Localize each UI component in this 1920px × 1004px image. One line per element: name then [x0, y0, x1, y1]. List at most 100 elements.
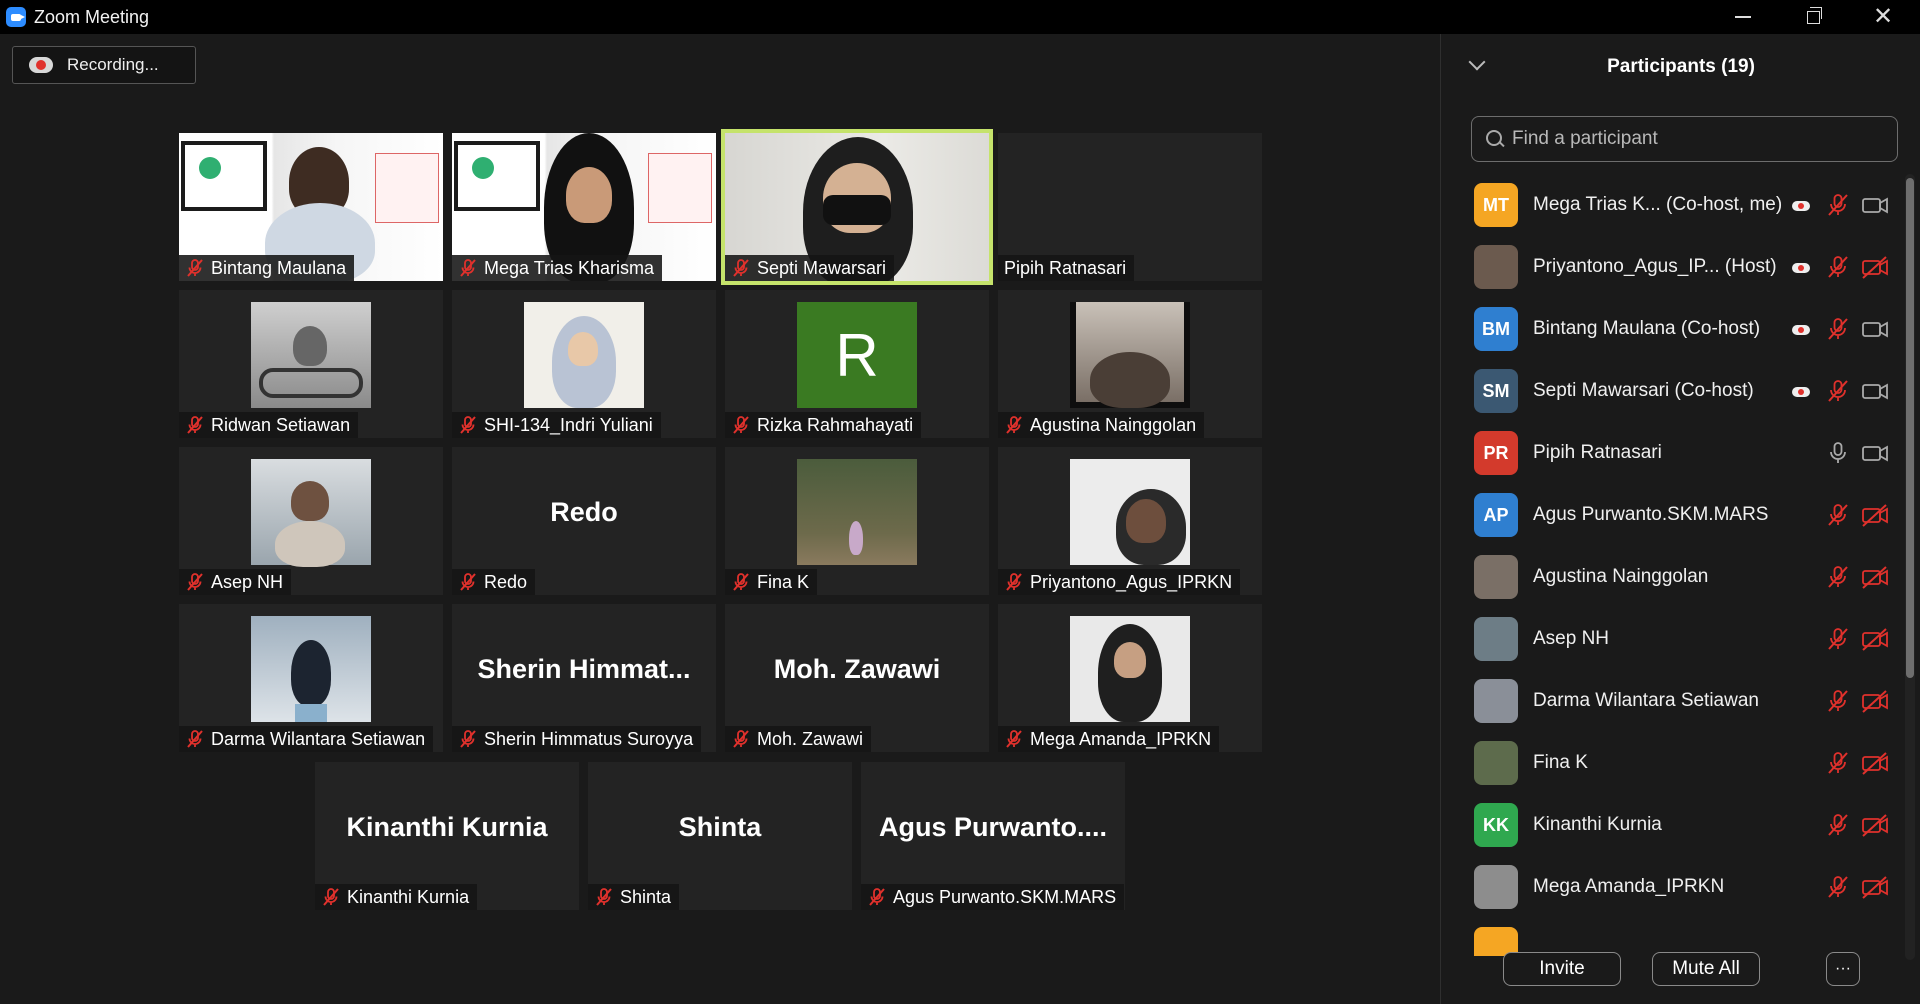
tile-name: Kinanthi Kurnia [347, 886, 470, 907]
camera-icon[interactable] [1861, 192, 1889, 218]
recording-indicator[interactable]: Recording... [12, 46, 196, 84]
video-tile[interactable]: Agustina Nainggolan [998, 290, 1262, 438]
video-tile[interactable]: Fina K [725, 447, 989, 595]
mic-icon[interactable] [1825, 440, 1851, 466]
participant-row[interactable]: Fina K [1441, 732, 1901, 794]
participant-row[interactable]: BM Bintang Maulana (Co-host) [1441, 298, 1901, 360]
muted-mic-icon[interactable] [1825, 192, 1851, 218]
muted-mic-icon[interactable] [1825, 626, 1851, 652]
participant-name: Kinanthi Kurnia [1533, 814, 1662, 835]
tile-display-name: Shinta [678, 812, 762, 842]
camera-off-icon[interactable] [1861, 564, 1889, 590]
initial-avatar: R [797, 302, 917, 408]
video-tile[interactable]: Shinta Shinta [588, 762, 852, 910]
video-tile[interactable]: Septi Mawarsari [721, 129, 993, 285]
video-tile[interactable]: Darma Wilantara Setiawan [179, 604, 443, 752]
tile-name-label: Pipih Ratnasari [998, 255, 1135, 281]
camera-off-icon[interactable] [1861, 812, 1889, 838]
video-tile[interactable]: Redo Redo [452, 447, 716, 595]
participant-avatar [1474, 617, 1518, 661]
video-tile[interactable]: SHI-134_Indri Yuliani [452, 290, 716, 438]
participant-row[interactable]: MT Mega Trias K... (Co-host, me) [1441, 174, 1901, 236]
collapse-chevron-icon[interactable] [1468, 53, 1486, 71]
camera-off-icon[interactable] [1861, 874, 1889, 900]
tile-name: Mega Trias Kharisma [484, 257, 655, 278]
tile-name-label: Ridwan Setiawan [179, 412, 359, 438]
tile-name: Agus Purwanto.SKM.MARS [893, 886, 1117, 907]
tile-name: Mega Amanda_IPRKN [1030, 728, 1212, 749]
participant-row[interactable]: Darma Wilantara Setiawan [1441, 670, 1901, 732]
video-tile[interactable]: Ridwan Setiawan [179, 290, 443, 438]
participant-list-scrollbar[interactable] [1905, 174, 1915, 960]
participant-row[interactable]: Priyantono_Agus_IP... (Host) [1441, 236, 1901, 298]
close-button[interactable]: ✕ [1848, 0, 1918, 34]
video-tile[interactable]: Agus Purwanto.... Agus Purwanto.SKM.MARS [861, 762, 1125, 910]
tile-name: Agustina Nainggolan [1030, 414, 1197, 435]
camera-off-icon[interactable] [1861, 254, 1889, 280]
video-tile[interactable]: Mega Trias Kharisma [452, 133, 716, 281]
participant-name: Darma Wilantara Setiawan [1533, 690, 1759, 711]
tile-name-label: Asep NH [179, 569, 292, 595]
cloud-recording-icon [1790, 384, 1812, 398]
muted-mic-icon[interactable] [1825, 316, 1851, 342]
muted-mic-icon[interactable] [1825, 378, 1851, 404]
invite-button[interactable]: Invite [1503, 952, 1621, 986]
muted-mic-icon[interactable] [1825, 750, 1851, 776]
video-tile[interactable]: Moh. Zawawi Moh. Zawawi [725, 604, 989, 752]
muted-mic-icon[interactable] [1825, 688, 1851, 714]
tile-name-label: Priyantono_Agus_IPRKN [998, 569, 1241, 595]
restore-button[interactable] [1778, 0, 1848, 34]
video-tile[interactable]: Mega Amanda_IPRKN [998, 604, 1262, 752]
scrollbar-thumb[interactable] [1906, 178, 1914, 678]
video-tile[interactable]: Asep NH [179, 447, 443, 595]
muted-mic-icon[interactable] [1825, 564, 1851, 590]
minimize-button[interactable] [1708, 0, 1778, 34]
participant-row[interactable]: Asep NH [1441, 608, 1901, 670]
muted-mic-icon[interactable] [1825, 812, 1851, 838]
participant-avatar: BM [1474, 307, 1518, 351]
participant-row[interactable]: Mega Amanda_IPRKN [1441, 856, 1901, 918]
participant-name: Agus Purwanto.SKM.MARS [1533, 504, 1769, 525]
tile-name-label: Moh. Zawawi [725, 726, 872, 752]
participant-avatar: AP [1474, 493, 1518, 537]
tile-name: Rizka Rahmahayati [757, 414, 914, 435]
camera-icon[interactable] [1861, 378, 1889, 404]
participant-row[interactable] [1441, 918, 1901, 956]
video-stage: Recording... Bintang Maulana Mega Trias K… [0, 34, 1440, 1004]
tile-name-label: Mega Amanda_IPRKN [998, 726, 1220, 752]
video-tile[interactable]: R Rizka Rahmahayati [725, 290, 989, 438]
camera-off-icon[interactable] [1861, 688, 1889, 714]
tile-name: Redo [484, 571, 528, 592]
participant-row[interactable]: SM Septi Mawarsari (Co-host) [1441, 360, 1901, 422]
camera-icon[interactable] [1861, 440, 1889, 466]
camera-off-icon[interactable] [1861, 750, 1889, 776]
participant-row[interactable]: KK Kinanthi Kurnia [1441, 794, 1901, 856]
tile-name: Moh. Zawawi [757, 728, 864, 749]
muted-mic-icon [1004, 729, 1024, 749]
video-tile[interactable]: Kinanthi Kurnia Kinanthi Kurnia [315, 762, 579, 910]
video-tile[interactable]: Priyantono_Agus_IPRKN [998, 447, 1262, 595]
participant-row[interactable]: AP Agus Purwanto.SKM.MARS [1441, 484, 1901, 546]
video-tile[interactable]: Sherin Himmat... Sherin Himmatus Suroyya [452, 604, 716, 752]
muted-mic-icon[interactable] [1825, 874, 1851, 900]
muted-mic-icon [458, 729, 478, 749]
participant-row[interactable]: Agustina Nainggolan [1441, 546, 1901, 608]
video-tile[interactable]: Pipih Ratnasari [998, 133, 1262, 281]
camera-icon[interactable] [1861, 316, 1889, 342]
video-tile[interactable]: Bintang Maulana [179, 133, 443, 281]
panel-title: Participants (19) [1607, 56, 1755, 77]
muted-mic-icon[interactable] [1825, 502, 1851, 528]
recording-label: Recording... [67, 55, 159, 74]
tile-display-name: Moh. Zawawi [773, 654, 941, 684]
tile-name-label: Shinta [588, 884, 680, 910]
more-options-button[interactable]: ··· [1826, 952, 1860, 986]
search-input[interactable] [1512, 128, 1872, 150]
participant-row[interactable]: PR Pipih Ratnasari [1441, 422, 1901, 484]
camera-off-icon[interactable] [1861, 626, 1889, 652]
participant-avatar [1474, 679, 1518, 723]
mute-all-button[interactable]: Mute All [1652, 952, 1760, 986]
participant-search[interactable] [1471, 116, 1898, 162]
camera-off-icon[interactable] [1861, 502, 1889, 528]
tile-name-label: Darma Wilantara Setiawan [179, 726, 434, 752]
muted-mic-icon[interactable] [1825, 254, 1851, 280]
